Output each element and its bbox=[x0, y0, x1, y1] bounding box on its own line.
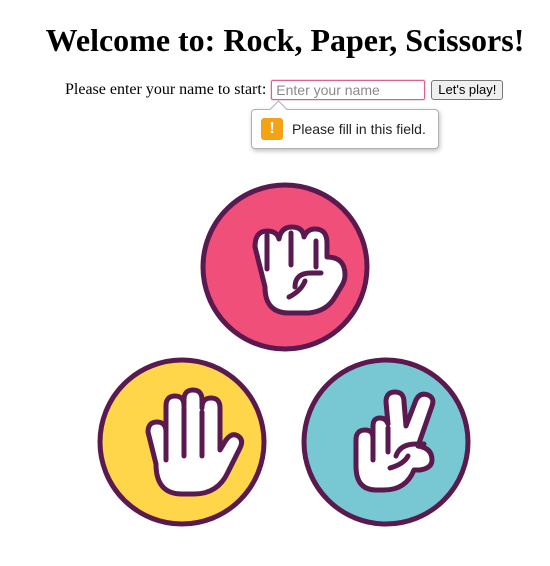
lets-play-button[interactable]: Let's play! bbox=[431, 80, 504, 100]
paper-choice[interactable] bbox=[96, 356, 268, 528]
rock-choice[interactable] bbox=[199, 181, 371, 353]
name-input[interactable] bbox=[271, 80, 426, 100]
validation-tooltip: ! Please fill in this field. bbox=[251, 109, 439, 149]
name-prompt-label: Please enter your name to start: bbox=[65, 81, 267, 98]
name-form: Please enter your name to start: Let's p… bbox=[65, 79, 504, 101]
open-hand-icon bbox=[97, 357, 267, 527]
peace-hand-icon bbox=[301, 357, 471, 527]
validation-message: Please fill in this field. bbox=[292, 121, 426, 137]
warning-icon: ! bbox=[261, 118, 283, 140]
scissors-choice[interactable] bbox=[300, 356, 472, 528]
fist-icon bbox=[200, 182, 370, 352]
page-title: Welcome to: Rock, Paper, Scissors! bbox=[45, 22, 525, 58]
